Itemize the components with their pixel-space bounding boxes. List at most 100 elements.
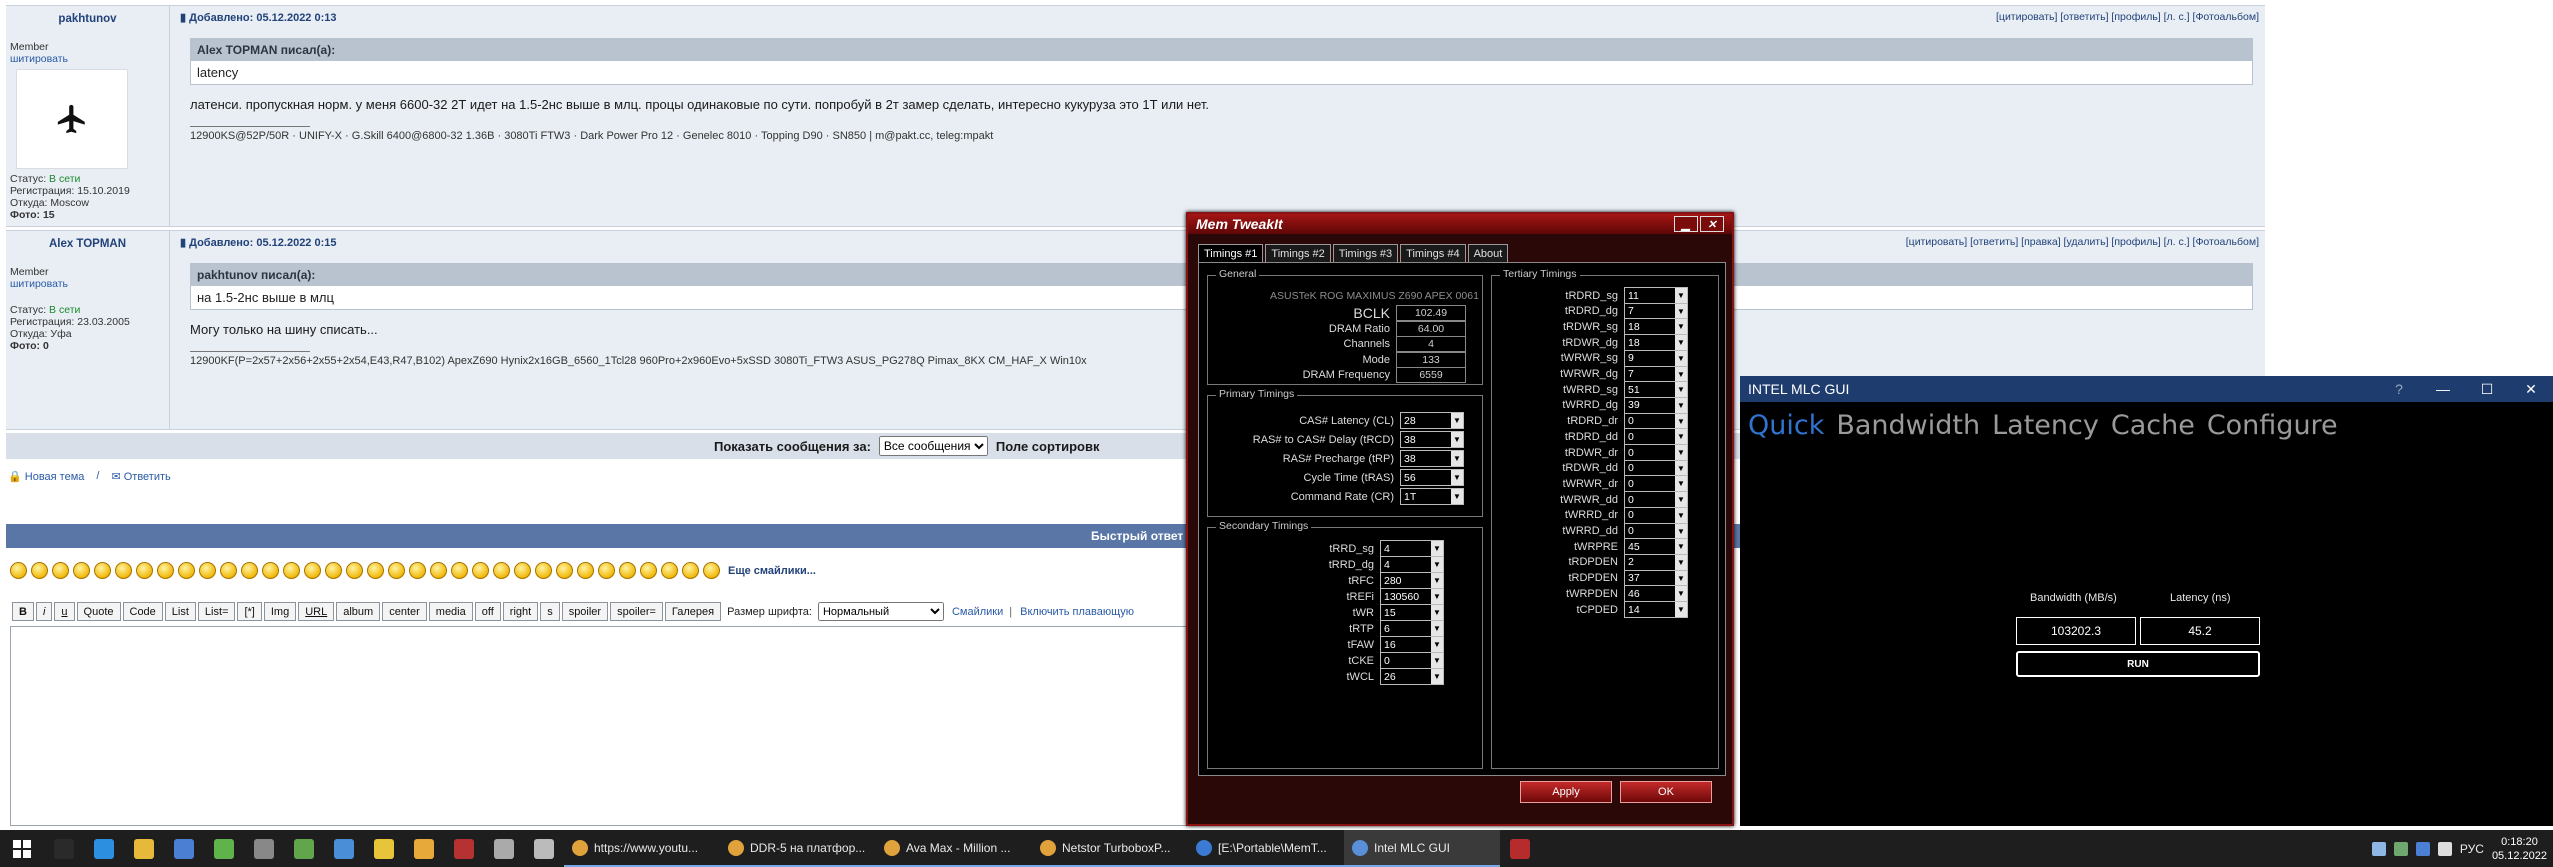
smiley-icon[interactable] xyxy=(241,562,258,579)
editor-button[interactable]: album xyxy=(336,602,381,621)
car-app-icon[interactable] xyxy=(164,830,204,867)
editor-button[interactable]: [*] xyxy=(237,602,262,621)
smiley-icon[interactable] xyxy=(556,562,573,579)
explorer-icon[interactable] xyxy=(124,830,164,867)
minimize-button[interactable]: — xyxy=(2421,376,2465,402)
taskbar-app[interactable]: Intel MLC GUI xyxy=(1344,830,1500,867)
tab-latency[interactable]: Latency xyxy=(1992,410,2099,441)
smiley-icon[interactable] xyxy=(220,562,237,579)
timing-dropdown[interactable]: 16 ▼ xyxy=(1380,636,1444,653)
hwinfo-icon[interactable] xyxy=(244,830,284,867)
minimize-button[interactable]: ▁ xyxy=(1674,216,1698,232)
timing-dropdown[interactable]: 46 ▼ xyxy=(1624,585,1688,603)
timing-dropdown[interactable]: 0 ▼ xyxy=(1624,412,1688,430)
smiley-icon[interactable] xyxy=(367,562,384,579)
window-title-bar[interactable]: Mem TweakIt ▁ ✕ xyxy=(1188,214,1732,234)
start-button[interactable] xyxy=(0,830,44,867)
smiley-icon[interactable] xyxy=(661,562,678,579)
post-username[interactable]: pakhtunov xyxy=(10,13,165,25)
qbit-icon[interactable] xyxy=(324,830,364,867)
smiley-icon[interactable] xyxy=(10,562,27,579)
apply-button[interactable]: Apply xyxy=(1520,781,1612,803)
volume-icon[interactable] xyxy=(2437,841,2452,856)
timing-dropdown[interactable]: 6 ▼ xyxy=(1380,620,1444,637)
tab-timings[interactable]: Timings #1 xyxy=(1198,244,1264,262)
editor-button[interactable]: off xyxy=(474,602,501,621)
run-button[interactable]: RUN xyxy=(2016,651,2260,677)
ok-button[interactable]: OK xyxy=(1620,781,1712,803)
quote-user-link[interactable]: шитировать xyxy=(10,53,165,65)
media-player-icon[interactable] xyxy=(404,830,444,867)
smiley-icon[interactable] xyxy=(115,562,132,579)
font-size-select[interactable]: Нормальный xyxy=(817,602,944,621)
smiley-icon[interactable] xyxy=(73,562,90,579)
smiley-icon[interactable] xyxy=(199,562,216,579)
smiley-icon[interactable] xyxy=(682,562,699,579)
reply-textarea[interactable] xyxy=(10,626,1190,826)
timing-dropdown[interactable]: 9 ▼ xyxy=(1624,349,1688,367)
timing-dropdown[interactable]: 1T ▼ xyxy=(1400,488,1464,505)
timing-dropdown[interactable]: 15 ▼ xyxy=(1380,604,1444,621)
timing-dropdown[interactable]: 0 ▼ xyxy=(1624,506,1688,524)
timing-dropdown[interactable]: 45 ▼ xyxy=(1624,538,1688,556)
timing-dropdown[interactable]: 0 ▼ xyxy=(1624,459,1688,477)
network-icon[interactable] xyxy=(2371,841,2386,856)
editor-button[interactable]: i xyxy=(35,602,53,621)
new-topic-link[interactable]: 🔒 Новая тема xyxy=(8,470,84,483)
timing-dropdown[interactable]: 18 ▼ xyxy=(1624,334,1688,352)
editor-button[interactable]: center xyxy=(382,602,427,621)
smiley-icon[interactable] xyxy=(178,562,195,579)
bluetooth-icon[interactable] xyxy=(2415,841,2430,856)
editor-button[interactable]: Галерея xyxy=(664,602,722,621)
timing-dropdown[interactable]: 4 ▼ xyxy=(1380,540,1444,557)
timing-dropdown[interactable]: 2 ▼ xyxy=(1624,553,1688,571)
smiley-icon[interactable] xyxy=(346,562,363,579)
editor-button[interactable]: spoiler xyxy=(561,602,609,621)
smiley-icon[interactable] xyxy=(640,562,657,579)
tab-cache[interactable]: Cache xyxy=(2111,410,2195,441)
smiley-icon[interactable] xyxy=(514,562,531,579)
notes-icon[interactable] xyxy=(364,830,404,867)
smiley-icon[interactable] xyxy=(451,562,468,579)
smiley-icon[interactable] xyxy=(430,562,447,579)
editor-button[interactable]: List= xyxy=(197,602,236,621)
editor-button[interactable]: Code xyxy=(122,602,163,621)
smiley-icon[interactable] xyxy=(31,562,48,579)
reply-link[interactable]: ✉ Ответить xyxy=(111,470,170,483)
game-app-icon[interactable] xyxy=(444,830,484,867)
timing-dropdown[interactable]: 38 ▼ xyxy=(1400,450,1464,467)
taskbar-app[interactable]: DDR-5 на платфор... xyxy=(720,830,876,867)
editor-button[interactable]: media xyxy=(428,602,473,621)
timing-dropdown[interactable]: 280 ▼ xyxy=(1380,572,1444,589)
timing-dropdown[interactable]: 7 ▼ xyxy=(1624,302,1688,320)
quote-user-link[interactable]: шитировать xyxy=(10,278,165,290)
timing-dropdown[interactable]: 4 ▼ xyxy=(1380,556,1444,573)
timing-dropdown[interactable]: 0 ▼ xyxy=(1624,428,1688,446)
editor-button[interactable]: URL xyxy=(298,602,335,621)
timing-dropdown[interactable]: 26 ▼ xyxy=(1380,668,1444,685)
post-username[interactable]: Alex TOPMAN xyxy=(10,238,165,250)
editor-button[interactable]: u xyxy=(54,602,75,621)
more-smileys-link[interactable]: Еще смайлики... xyxy=(728,565,816,577)
torrent-icon[interactable] xyxy=(284,830,324,867)
smiley-icon[interactable] xyxy=(535,562,552,579)
tab-timings[interactable]: Timings #3 xyxy=(1332,244,1399,262)
timing-dropdown[interactable]: 28 ▼ xyxy=(1400,412,1464,429)
post-action-links[interactable]: [цитировать] [ответить] [профиль] [л. с.… xyxy=(1996,11,2259,23)
smileys-link[interactable]: Смайлики xyxy=(952,606,1003,618)
timing-dropdown[interactable]: 0 ▼ xyxy=(1624,522,1688,540)
editor-button[interactable]: List xyxy=(164,602,196,621)
clock[interactable]: 0:18:20 05.12.2022 xyxy=(2492,835,2547,863)
calculator-icon[interactable] xyxy=(484,830,524,867)
tab-quick[interactable]: Quick xyxy=(1748,410,1824,441)
tab-timings[interactable]: About xyxy=(1467,244,1509,262)
smiley-icon[interactable] xyxy=(409,562,426,579)
smiley-icon[interactable] xyxy=(52,562,69,579)
smiley-icon[interactable] xyxy=(388,562,405,579)
timing-dropdown[interactable]: 0 ▼ xyxy=(1624,444,1688,461)
timing-dropdown[interactable]: 18 ▼ xyxy=(1624,318,1688,336)
smiley-icon[interactable] xyxy=(136,562,153,579)
taskbar-app[interactable]: Netstor TurboboxP... xyxy=(1032,830,1188,867)
smiley-icon[interactable] xyxy=(598,562,615,579)
tab-timings[interactable]: Timings #4 xyxy=(1400,244,1466,262)
